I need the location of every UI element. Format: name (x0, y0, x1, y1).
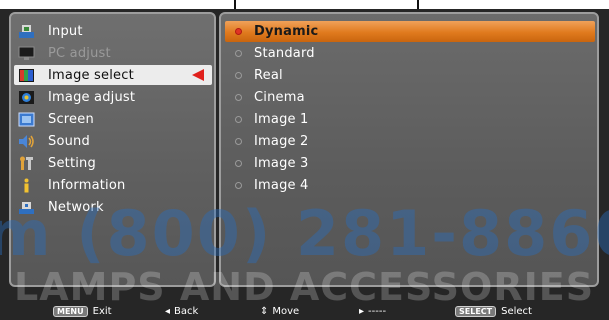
menu-item-label: Network (48, 199, 104, 215)
up-down-arrow-icon: ⇕ (260, 306, 269, 317)
footer-back-label: Back (174, 306, 199, 317)
option-real[interactable]: Real (225, 65, 595, 86)
radio-icon (235, 182, 242, 189)
menu-item-screen[interactable]: Screen (14, 109, 212, 129)
option-label: Standard (254, 46, 315, 61)
menu-item-label: Setting (48, 155, 96, 171)
menu-item-information[interactable]: Information (14, 175, 212, 195)
info-icon (17, 177, 36, 193)
footer-move[interactable]: ⇕ Move (260, 303, 299, 320)
image-select-icon (17, 67, 36, 83)
footer-select-label: Select (501, 306, 532, 317)
option-label: Image 2 (254, 134, 309, 149)
menu-item-input[interactable]: Input (14, 21, 212, 41)
menu-item-setting[interactable]: Setting (14, 153, 212, 173)
projector-osd: Input PC adjust Image select Image adjus… (0, 9, 609, 320)
speaker-icon (17, 133, 36, 149)
menu-item-image-adjust[interactable]: Image adjust (14, 87, 212, 107)
menu-item-sound[interactable]: Sound (14, 131, 212, 151)
footer-next[interactable]: ▸ ----- (359, 303, 386, 320)
option-label: Dynamic (254, 24, 319, 39)
left-arrow-icon: ◂ (165, 306, 171, 317)
option-label: Cinema (254, 90, 305, 105)
option-cinema[interactable]: Cinema (225, 87, 595, 108)
option-standard[interactable]: Standard (225, 43, 595, 64)
menu-item-label: Information (48, 177, 126, 193)
footer-bar: MENU Exit ◂ Back ⇕ Move ▸ ----- SELECT S… (0, 303, 609, 320)
footer-exit[interactable]: MENU Exit (53, 303, 112, 320)
menu-item-network[interactable]: Network (14, 197, 212, 217)
menu-key-icon: MENU (53, 306, 88, 317)
footer-move-label: Move (272, 306, 300, 317)
menu-item-label: Sound (48, 133, 90, 149)
menu-item-pc-adjust[interactable]: PC adjust (14, 43, 212, 63)
radio-selected-icon (235, 28, 242, 35)
radio-icon (235, 160, 242, 167)
footer-select[interactable]: SELECT Select (455, 303, 532, 320)
option-image-3[interactable]: Image 3 (225, 153, 595, 174)
right-arrow-icon: ▸ (359, 306, 365, 317)
radio-icon (235, 138, 242, 145)
radio-icon (235, 94, 242, 101)
network-icon (17, 199, 36, 215)
option-label: Image 3 (254, 156, 309, 171)
radio-icon (235, 116, 242, 123)
footer-back[interactable]: ◂ Back (165, 303, 198, 320)
input-icon (17, 23, 36, 39)
image-mode-panel: Dynamic Standard Real Cinema Image 1 Ima… (219, 12, 599, 287)
main-menu-panel: Input PC adjust Image select Image adjus… (9, 12, 216, 287)
screen-icon (17, 111, 36, 127)
option-image-2[interactable]: Image 2 (225, 131, 595, 152)
menu-item-label: Image adjust (48, 89, 136, 105)
footer-next-label: ----- (368, 306, 387, 317)
menu-item-label: Input (48, 23, 83, 39)
menu-item-label: Screen (48, 111, 94, 127)
selection-pointer-icon (192, 69, 204, 81)
wrench-icon (17, 155, 36, 171)
option-label: Image 4 (254, 178, 309, 193)
menu-item-image-select[interactable]: Image select (14, 65, 212, 85)
select-key-icon: SELECT (455, 306, 497, 317)
option-dynamic[interactable]: Dynamic (225, 21, 595, 42)
option-image-1[interactable]: Image 1 (225, 109, 595, 130)
option-label: Real (254, 68, 283, 83)
image-adjust-icon (17, 89, 36, 105)
option-label: Image 1 (254, 112, 309, 127)
radio-icon (235, 50, 242, 57)
monitor-icon (17, 45, 36, 61)
menu-item-label: Image select (48, 67, 134, 83)
option-image-4[interactable]: Image 4 (225, 175, 595, 196)
footer-exit-label: Exit (92, 306, 112, 317)
radio-icon (235, 72, 242, 79)
menu-item-label: PC adjust (48, 45, 111, 61)
